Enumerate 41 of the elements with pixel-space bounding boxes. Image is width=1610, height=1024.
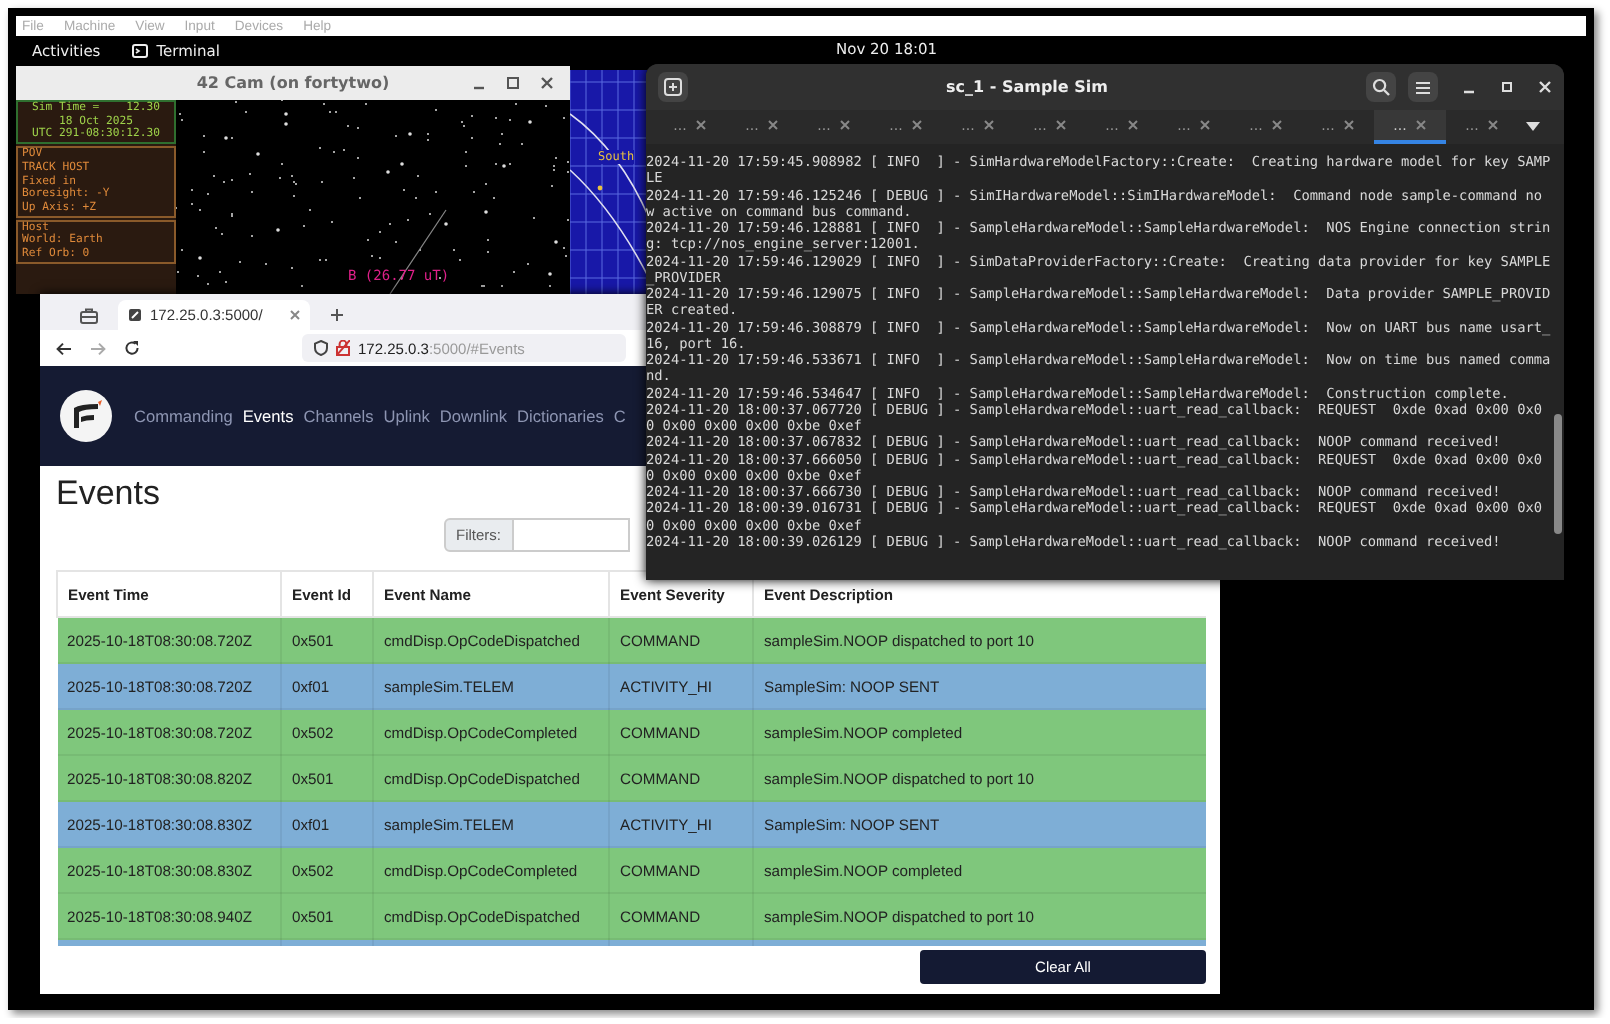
app-logo-icon	[60, 390, 112, 442]
page-icon	[128, 308, 142, 322]
caret-icon[interactable]	[1526, 122, 1540, 132]
nav-link[interactable]: Uplink	[383, 406, 430, 426]
close-icon[interactable]	[696, 120, 707, 130]
reload-icon[interactable]	[124, 340, 140, 356]
close-icon[interactable]	[1200, 120, 1211, 130]
close-icon[interactable]	[984, 120, 995, 130]
window-title: 42 Cam (on fortytwo)	[194, 74, 392, 92]
close-icon[interactable]	[840, 120, 851, 130]
nav-link[interactable]: C	[613, 406, 626, 426]
filter-field[interactable]	[513, 518, 629, 552]
nav-link[interactable]: Downlink	[439, 406, 508, 426]
nav-link[interactable]: Channels	[303, 406, 374, 426]
close-icon[interactable]	[540, 76, 554, 90]
lock-icon[interactable]	[336, 340, 350, 356]
terminal-icon	[132, 43, 149, 57]
scrollbar[interactable]	[1554, 414, 1562, 534]
search-button[interactable]	[1366, 72, 1396, 102]
close-icon[interactable]	[1488, 120, 1499, 130]
nav-link[interactable]: Dictionaries	[517, 406, 604, 426]
new-tab-button[interactable]	[658, 72, 688, 102]
close-icon[interactable]	[768, 120, 779, 130]
close-icon[interactable]	[1344, 120, 1355, 130]
page-heading: Events	[56, 472, 160, 516]
nav-link[interactable]: Events	[242, 406, 294, 426]
nav-link[interactable]: Commanding	[134, 406, 233, 426]
back-icon[interactable]	[56, 341, 72, 355]
search-icon	[1372, 78, 1390, 96]
new-tab-icon	[664, 78, 682, 96]
close-icon[interactable]	[1128, 120, 1139, 130]
plus-icon[interactable]	[330, 308, 344, 322]
menu-button[interactable]	[1408, 72, 1438, 102]
close-icon[interactable]	[912, 120, 923, 130]
tabs-icon[interactable]	[80, 307, 98, 323]
maximize-icon[interactable]	[506, 76, 520, 90]
menu-icon	[1414, 79, 1432, 95]
shield-icon[interactable]	[314, 340, 328, 356]
close-icon[interactable]	[1272, 120, 1283, 130]
close-icon[interactable]	[1056, 120, 1067, 130]
window-title: sc_1 - Sample Sim	[944, 78, 1110, 96]
